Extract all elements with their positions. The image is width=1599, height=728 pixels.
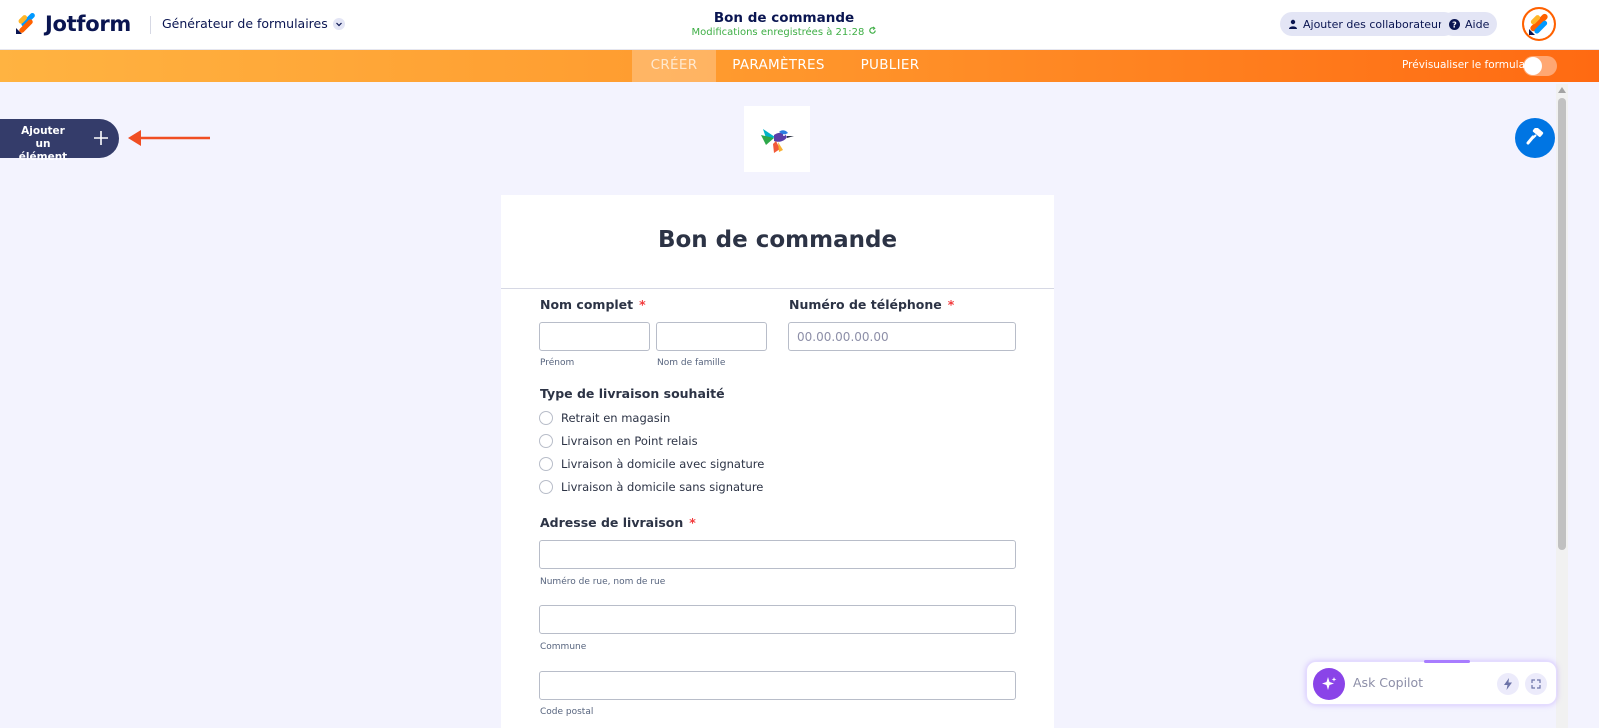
user-avatar[interactable] [1522,7,1556,41]
phone-input[interactable] [788,322,1016,351]
form-card: Bon de commande Nom complet * Prénom Nom … [501,195,1054,728]
copilot-widget: Ask Copilot [1306,660,1557,705]
city-input[interactable] [539,605,1016,634]
street-address-input[interactable] [539,540,1016,569]
required-asterisk: * [947,297,955,312]
radio-option-label: Livraison à domicile avec signature [561,457,765,471]
street-address-sublabel: Numéro de rue, nom de rue [540,577,666,587]
radio-option[interactable]: Livraison à domicile sans signature [539,480,763,494]
radio-button[interactable] [539,411,553,425]
address-label-text: Adresse de livraison [540,515,684,530]
builder-nav: CRÉER PARAMÈTRES PUBLIER Prévisualiser l… [0,50,1599,82]
postal-code-sublabel: Code postal [540,707,594,717]
radio-button[interactable] [539,480,553,494]
phone-label[interactable]: Numéro de téléphone * [789,297,954,312]
add-element-label: Ajouter un élément [18,125,68,163]
scroll-up-icon[interactable] [1558,87,1566,93]
radio-option-label: Retrait en magasin [561,411,671,425]
radio-option-label: Livraison en Point relais [561,434,698,448]
radio-option[interactable]: Livraison en Point relais [539,434,698,448]
user-icon [1288,19,1298,29]
first-name-input[interactable] [539,322,650,351]
add-collaborators-label: Ajouter des collaborateurs [1303,17,1449,31]
add-collaborators-button[interactable]: Ajouter des collaborateurs [1280,12,1457,36]
last-name-sublabel: Nom de famille [657,358,726,368]
toggle-knob [1524,57,1542,75]
copilot-accent-bar [1424,660,1470,663]
ask-copilot-input[interactable]: Ask Copilot [1353,675,1423,690]
preview-form-toggle[interactable] [1523,56,1557,76]
help-icon: ? [1449,18,1460,30]
form-header[interactable]: Bon de commande [501,195,1054,289]
arrow-left-icon [128,130,210,146]
radio-button[interactable] [539,434,553,448]
postal-code-input[interactable] [539,671,1016,700]
delivery-type-label[interactable]: Type de livraison souhaité [540,386,725,401]
refresh-icon [868,26,876,34]
first-name-sublabel: Prénom [540,358,575,368]
add-element-button[interactable]: Ajouter un élément [0,119,119,163]
page-scrollbar[interactable] [1556,84,1568,728]
city-sublabel: Commune [540,642,587,652]
required-asterisk: * [639,297,646,312]
radio-option[interactable]: Livraison à domicile avec signature [539,457,764,471]
form-designer-button[interactable] [1515,118,1555,158]
phone-label-text: Numéro de téléphone [789,297,942,312]
radio-button[interactable] [539,457,553,471]
radio-option[interactable]: Retrait en magasin [539,411,670,425]
help-button[interactable]: ? Aide [1441,12,1498,36]
hummingbird-logo-icon [761,129,794,153]
full-name-label[interactable]: Nom complet * [540,297,646,312]
full-name-label-text: Nom complet [540,297,634,312]
plus-icon [94,131,108,145]
save-status-text: Modifications enregistrées à 21:28 [691,27,865,38]
radio-option-label: Livraison à domicile sans signature [561,480,764,494]
tab-settings[interactable]: PARAMÈTRES [725,50,832,82]
preview-form-label: Prévisualiser le formulaire [1402,59,1539,71]
address-label[interactable]: Adresse de livraison * [540,515,696,530]
form-heading: Bon de commande [657,227,898,253]
svg-text:?: ? [1452,20,1457,29]
expand-icon[interactable] [1525,673,1547,695]
help-label: Aide [1465,17,1490,31]
sparkle-icon[interactable] [1313,668,1345,700]
form-logo-image[interactable] [744,106,810,172]
lightning-icon[interactable] [1497,673,1519,695]
paint-roller-icon [1526,128,1544,145]
required-asterisk: * [689,515,696,530]
tab-publish[interactable]: PUBLIER [852,50,928,82]
last-name-input[interactable] [656,322,767,351]
avatar-icon [1524,9,1554,39]
scroll-thumb[interactable] [1558,98,1566,550]
tab-create[interactable]: CRÉER [632,50,716,82]
top-header: Jotform Générateur de formulaires Bon de… [0,0,1599,50]
